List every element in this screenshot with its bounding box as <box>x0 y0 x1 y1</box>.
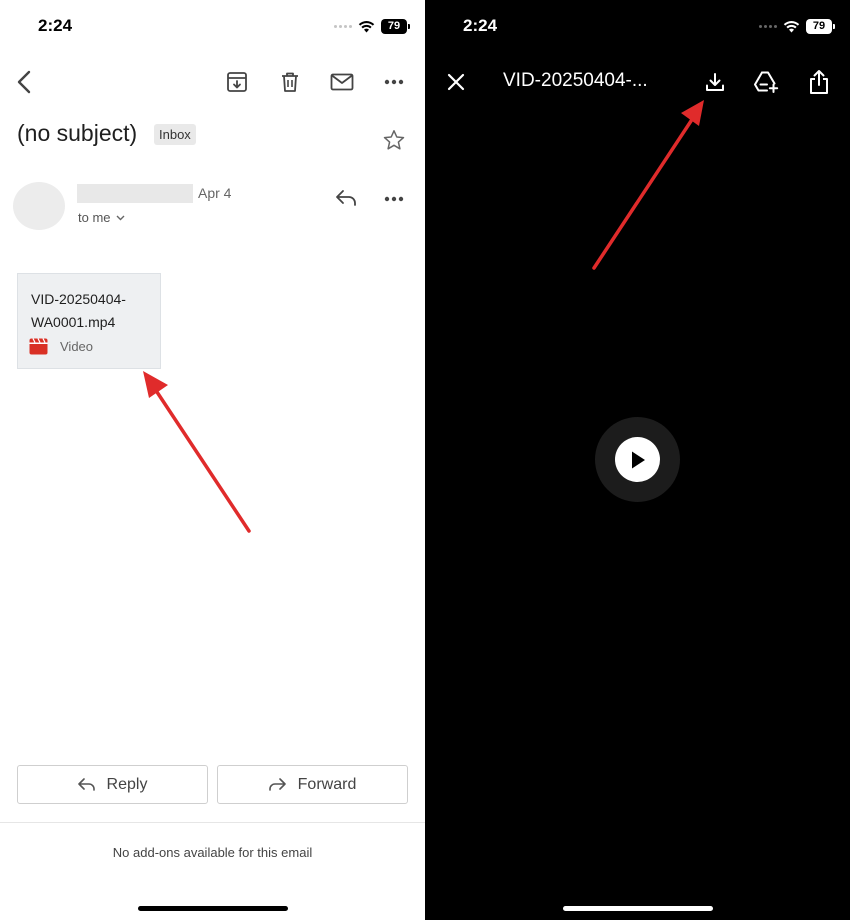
sender-avatar[interactable] <box>13 182 65 230</box>
recipient-label: to me <box>78 210 111 225</box>
status-time: 2:24 <box>38 16 73 35</box>
email-view-screen: 2:24 79 (no subject) Inbox Apr 4 to me V… <box>0 0 425 920</box>
play-button-circle <box>615 437 660 482</box>
email-subject: (no subject) <box>17 120 138 146</box>
attachment-type: Video <box>29 338 93 355</box>
home-indicator[interactable] <box>137 906 288 911</box>
more-icon <box>384 79 404 85</box>
trash-icon <box>282 72 298 92</box>
add-to-drive-icon <box>754 71 779 93</box>
chevron-down-icon <box>116 215 125 220</box>
reply-button[interactable]: Reply <box>17 765 208 804</box>
status-icons: 79 <box>334 18 410 34</box>
attachment-type-label: Video <box>60 339 94 354</box>
reply-button-label: Reply <box>106 775 148 793</box>
download-button[interactable] <box>702 69 728 95</box>
more-options-button[interactable] <box>382 72 406 92</box>
close-button[interactable] <box>444 70 468 94</box>
star-button[interactable] <box>382 128 406 152</box>
battery-indicator: 79 <box>806 18 835 34</box>
forward-button[interactable]: Forward <box>217 765 408 804</box>
video-viewer-screen: 2:24 79 VID-20250404-... <box>425 0 850 920</box>
share-button[interactable] <box>806 67 832 97</box>
star-icon <box>383 130 405 150</box>
home-indicator[interactable] <box>562 906 713 911</box>
status-time: 2:24 <box>463 16 498 35</box>
reply-icon-button[interactable] <box>333 186 359 210</box>
addons-note: No add-ons available for this email <box>112 845 313 860</box>
forward-button-label: Forward <box>297 775 357 793</box>
back-icon <box>17 70 31 94</box>
recipient-details-toggle[interactable]: to me <box>78 210 125 225</box>
archive-icon <box>227 72 247 92</box>
battery-indicator: 79 <box>381 18 410 34</box>
video-attachment-card[interactable]: VID-20250404-WA0001.mp4 Video <box>17 273 161 369</box>
archive-button[interactable] <box>224 69 250 95</box>
wifi-icon <box>783 20 800 32</box>
reply-icon <box>77 778 95 791</box>
video-file-icon <box>29 338 48 355</box>
mark-unread-button[interactable] <box>329 70 355 94</box>
close-icon <box>447 73 465 91</box>
divider <box>0 822 425 823</box>
more-icon <box>384 196 404 202</box>
status-icons: 79 <box>759 18 835 34</box>
attachment-filename: VID-20250404-WA0001.mp4 <box>31 291 126 330</box>
mail-icon <box>330 73 354 91</box>
cellular-signal-icon <box>759 24 777 28</box>
share-icon <box>810 70 828 94</box>
reply-icon <box>336 190 356 206</box>
inbox-label-badge[interactable]: Inbox <box>154 124 196 145</box>
play-icon <box>631 451 645 468</box>
delete-button[interactable] <box>277 69 303 95</box>
wifi-icon <box>358 20 375 32</box>
email-date: Apr 4 <box>198 185 232 201</box>
sender-name-redacted <box>77 184 193 203</box>
add-to-drive-button[interactable] <box>753 69 781 95</box>
message-more-button[interactable] <box>382 194 406 204</box>
forward-icon <box>268 778 286 791</box>
download-icon <box>706 73 724 91</box>
back-button[interactable] <box>12 68 36 96</box>
video-title: VID-20250404-... <box>503 70 648 91</box>
cellular-signal-icon <box>334 24 352 28</box>
play-button[interactable] <box>595 417 680 502</box>
